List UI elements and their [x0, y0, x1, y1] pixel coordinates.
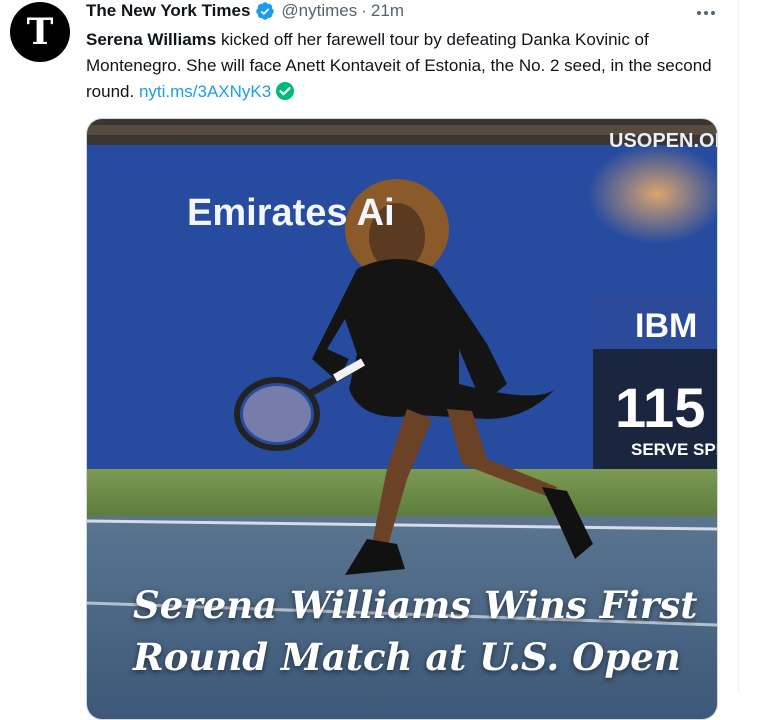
tweet-header: The New York Times @nytimes · 21m — [86, 0, 404, 22]
serve-speed-label: SERVE SPEE — [631, 440, 717, 459]
tweet-link[interactable]: nyti.ms/3AXNyK3 — [139, 82, 271, 101]
author-name[interactable]: The New York Times — [86, 1, 250, 21]
nyt-logo-icon: T — [26, 11, 54, 53]
media-headline: Serena Williams Wins First Round Match a… — [87, 579, 717, 683]
usopen-sign: USOPEN.OI — [609, 130, 717, 152]
verified-badge-icon — [255, 1, 275, 21]
avatar[interactable]: T — [10, 2, 70, 62]
tweet-media-image[interactable]: Emirates Ai USOPEN.OI IBM 115 SERVE SPEE… — [86, 118, 718, 720]
more-options-icon[interactable] — [694, 6, 718, 18]
serve-speed-value: 115 — [615, 376, 705, 439]
tweet-text: Serena Williams kicked off her farewell … — [86, 27, 726, 109]
headline-line-2: Round Match at U.S. Open — [133, 635, 681, 679]
author-handle[interactable]: @nytimes — [281, 1, 357, 21]
green-check-icon — [275, 81, 295, 109]
mentioned-name: Serena Williams — [86, 30, 217, 49]
ibm-logo: IBM — [635, 307, 697, 345]
timestamp[interactable]: 21m — [371, 1, 404, 21]
headline-line-1: Serena Williams Wins First — [133, 583, 698, 627]
separator-dot: · — [361, 1, 367, 20]
timeline-divider — [738, 0, 739, 693]
emirates-sign: Emirates Ai — [187, 192, 395, 234]
